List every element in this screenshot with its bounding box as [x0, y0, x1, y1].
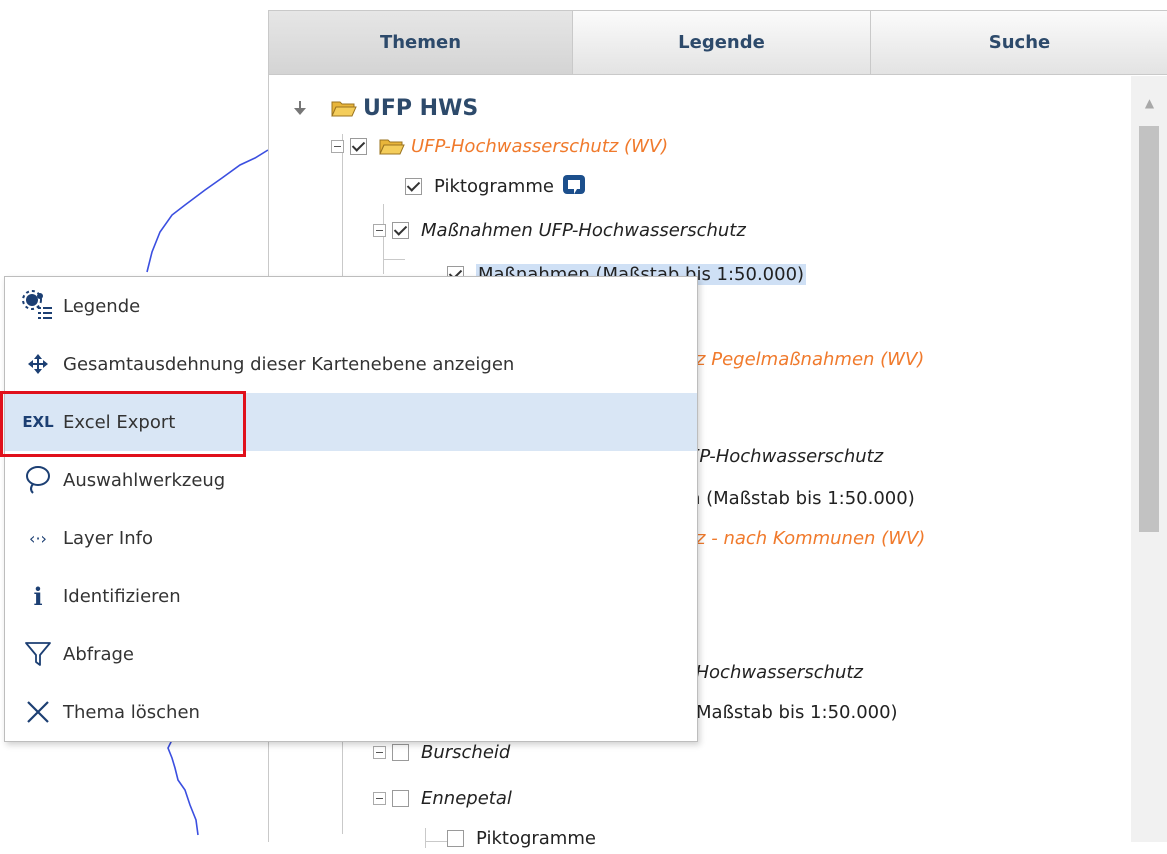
layer-checkbox[interactable] [392, 789, 409, 807]
layer-checkbox[interactable] [392, 221, 409, 239]
layer-checkbox[interactable] [447, 829, 464, 847]
tree-group-massnahmen-3[interactable]: -Hochwasserschutz [689, 656, 863, 688]
tree-group-label: tz Pegelmaßnahmen (WV) [689, 348, 925, 370]
tree-group-ennepetal[interactable]: Ennepetal [373, 782, 512, 814]
move-arrows-icon [5, 352, 63, 376]
tab-suche[interactable]: Suche [871, 11, 1167, 75]
code-arrows-icon: ‹·› [29, 528, 47, 548]
menu-item-abfrage[interactable]: Abfrage [5, 625, 697, 683]
menu-item-label: Abfrage [63, 643, 135, 665]
tab-legende[interactable]: Legende [573, 11, 871, 75]
scroll-thumb[interactable] [1139, 126, 1159, 532]
menu-item-label: Auswahlwerkzeug [63, 469, 226, 491]
menu-item-identifizieren[interactable]: i Identifizieren [5, 567, 697, 625]
collapse-toggle[interactable] [373, 745, 386, 759]
layer-checkbox[interactable] [392, 743, 409, 761]
tree-root-label: UFP HWS [363, 95, 479, 121]
collapse-toggle[interactable] [373, 791, 386, 805]
tree-item-piktogramme-2[interactable]: Piktogramme [447, 822, 596, 854]
menu-item-layer-info[interactable]: ‹·› Layer Info [5, 509, 697, 567]
tree-group-massnahmen-2[interactable]: FP-Hochwasserschutz [689, 440, 883, 472]
menu-item-label: Gesamtausdehnung dieser Kartenebene anze… [63, 353, 515, 375]
context-menu: Legende Gesamtausdehnung dieser Karteneb… [4, 276, 698, 742]
filter-icon [5, 640, 63, 668]
menu-item-label: Identifizieren [63, 585, 181, 607]
tree-group-pegel[interactable]: tz Pegelmaßnahmen (WV) [689, 343, 924, 375]
close-icon [5, 699, 63, 725]
tree-connector [425, 828, 426, 848]
legend-icon [5, 290, 63, 322]
tab-themen[interactable]: Themen [269, 11, 573, 75]
folder-open-icon [379, 139, 405, 155]
tree-group-label: Burscheid [421, 741, 511, 763]
tree-root[interactable]: UFP HWS [291, 92, 478, 124]
tree-group-label: UFP-Hochwasserschutz (WV) [411, 135, 669, 157]
tree-group-kommunen[interactable]: tz - nach Kommunen (WV) [689, 522, 925, 554]
collapse-toggle[interactable] [373, 223, 386, 237]
tab-bar: Themen Legende Suche [269, 11, 1167, 76]
menu-item-label: Layer Info [63, 527, 153, 549]
menu-item-auswahlwerkzeug[interactable]: Auswahlwerkzeug [5, 451, 697, 509]
menu-item-label: Legende [63, 295, 141, 317]
tree-group-label: FP-Hochwasserschutz [689, 445, 884, 467]
lasso-icon [5, 465, 63, 495]
tree-connector [425, 841, 447, 842]
excel-export-highlight [0, 391, 246, 457]
speech-bubble-icon [562, 175, 585, 194]
layer-checkbox[interactable] [350, 137, 367, 155]
folder-open-icon [331, 101, 357, 117]
tree-item-massnahmen-layer-2[interactable]: n (Maßstab bis 1:50.000) [689, 482, 915, 514]
menu-item-thema-loeschen[interactable]: Thema löschen [5, 683, 697, 741]
tree-item-label: (Maßstab bis 1:50.000) [689, 701, 898, 723]
tree-scrollbar[interactable]: ▲ [1131, 76, 1167, 842]
tree-connector [383, 259, 405, 260]
tree-group-label: -Hochwasserschutz [689, 661, 863, 683]
tree-group-hochwasserschutz[interactable]: UFP-Hochwasserschutz (WV) [331, 130, 668, 162]
tree-group-label: Maßnahmen UFP-Hochwasserschutz [421, 219, 746, 241]
scroll-up-arrow-icon[interactable]: ▲ [1131, 96, 1167, 116]
layer-checkbox[interactable] [405, 177, 422, 195]
expand-arrow-icon[interactable] [291, 99, 309, 117]
tree-group-label: Ennepetal [421, 787, 512, 809]
menu-item-legende[interactable]: Legende [5, 277, 697, 335]
tree-group-massnahmen[interactable]: Maßnahmen UFP-Hochwasserschutz [373, 214, 746, 246]
info-icon: i [33, 581, 43, 611]
menu-item-gesamtausdehnung[interactable]: Gesamtausdehnung dieser Kartenebene anze… [5, 335, 697, 393]
tree-group-label: tz - nach Kommunen (WV) [689, 527, 926, 549]
tree-item-label: n (Maßstab bis 1:50.000) [689, 487, 915, 509]
collapse-toggle[interactable] [331, 139, 344, 153]
tree-item-label: Piktogramme [476, 827, 596, 849]
tree-item-piktogramme[interactable]: Piktogramme [405, 170, 586, 202]
tree-item-massnahmen-layer-3[interactable]: (Maßstab bis 1:50.000) [689, 696, 898, 728]
tree-item-label: Piktogramme [434, 175, 554, 197]
menu-item-label: Thema löschen [63, 701, 200, 723]
